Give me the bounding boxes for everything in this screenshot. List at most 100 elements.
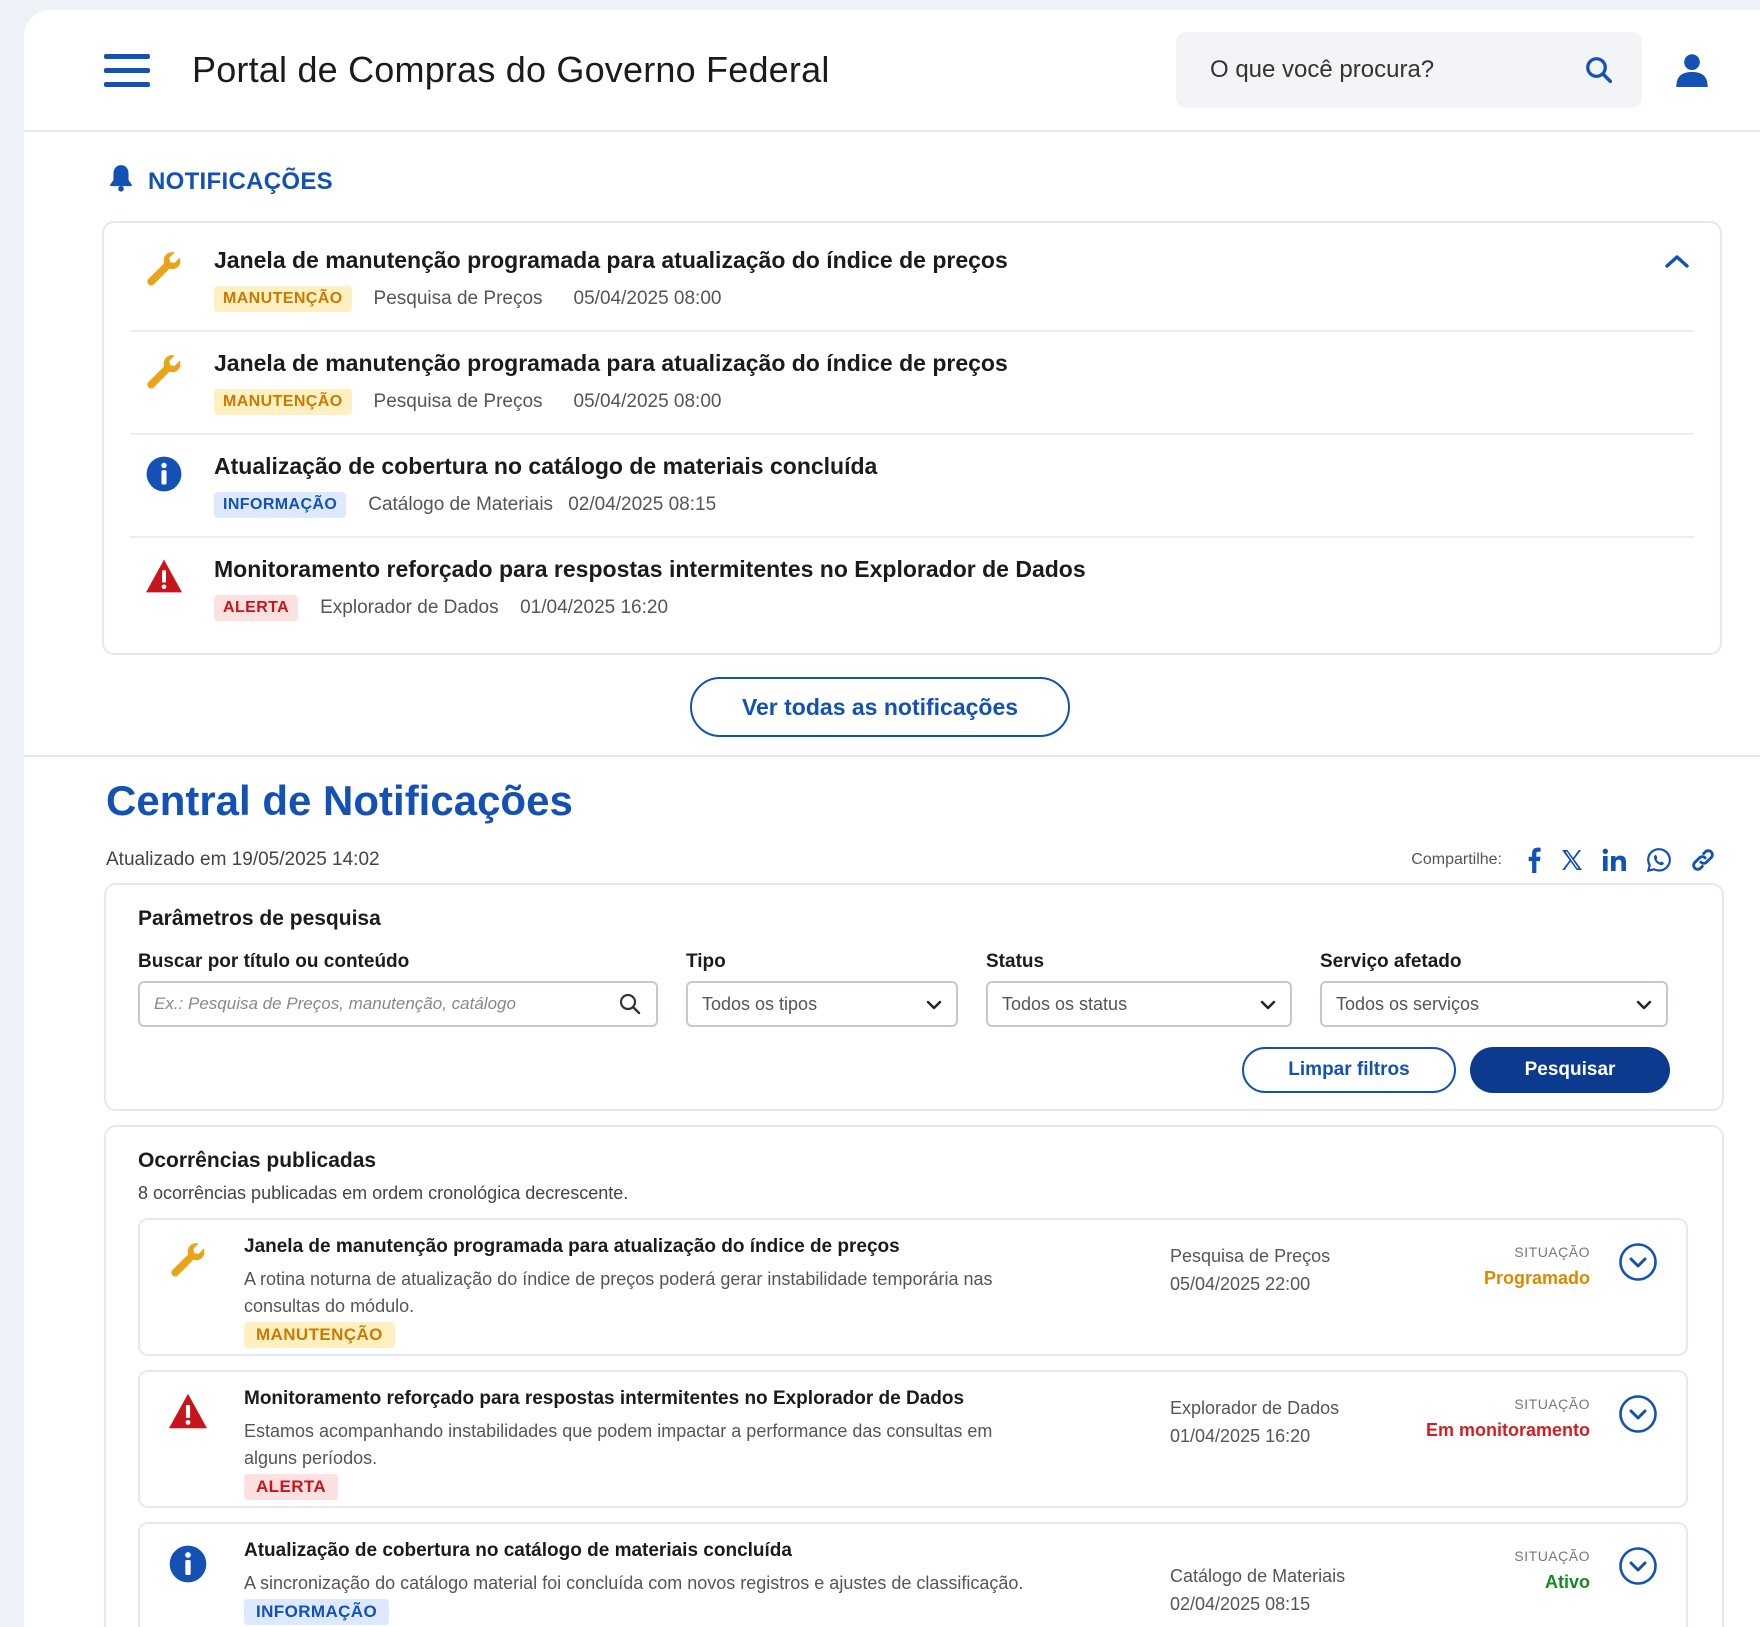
link-icon[interactable] bbox=[1690, 847, 1716, 873]
wrench-icon bbox=[136, 350, 192, 392]
occurrence-item[interactable]: Atualização de cobertura no catálogo de … bbox=[138, 1522, 1688, 1627]
whatsapp-icon[interactable] bbox=[1646, 847, 1672, 873]
app-title: Portal de Compras do Governo Federal bbox=[192, 49, 830, 90]
occurrence-datetime: 02/04/2025 08:15 bbox=[1170, 1594, 1311, 1614]
type-badge: MANUTENÇÃO bbox=[214, 389, 352, 415]
situation-value: Ativo bbox=[1545, 1572, 1590, 1592]
search-parameters: Parâmetros de pesquisa Buscar por título… bbox=[104, 883, 1724, 1111]
status-select[interactable]: Todos os status bbox=[986, 981, 1292, 1027]
occurrence-description: A rotina noturna de atualização do índic… bbox=[244, 1269, 993, 1316]
type-badge: ALERTA bbox=[244, 1474, 339, 1500]
notification-datetime: 05/04/2025 08:00 bbox=[573, 391, 722, 412]
search-icon[interactable] bbox=[618, 992, 642, 1016]
occurrence-datetime: 01/04/2025 16:20 bbox=[1170, 1426, 1311, 1446]
global-search-input[interactable] bbox=[1210, 56, 1584, 84]
occurrence-service: Catálogo de Materiais bbox=[1170, 1566, 1346, 1586]
top-header: Portal de Compras do Governo Federal bbox=[24, 10, 1760, 132]
notification-title: Atualização de cobertura no catálogo de … bbox=[214, 453, 878, 479]
x-twitter-icon[interactable] bbox=[1560, 848, 1584, 872]
bell-icon bbox=[108, 164, 134, 199]
notification-item[interactable]: Atualização de cobertura no catálogo de … bbox=[130, 435, 1694, 538]
published-occurrences: Ocorrências publicadas 8 ocorrências pub… bbox=[104, 1125, 1724, 1627]
type-filter-label: Tipo bbox=[686, 951, 726, 972]
occurrence-service: Pesquisa de Preços bbox=[1170, 1246, 1331, 1266]
notifications-heading: NOTIFICAÇÕES bbox=[108, 164, 1736, 199]
occurrences-subtitle: 8 ocorrências publicadas em ordem cronol… bbox=[138, 1183, 629, 1203]
situation-value: Programado bbox=[1483, 1268, 1590, 1288]
notification-datetime: 05/04/2025 08:00 bbox=[573, 288, 722, 309]
occurrence-title: Janela de manutenção programada para atu… bbox=[244, 1236, 900, 1257]
service-select[interactable]: Todos os serviços bbox=[1320, 981, 1668, 1027]
search-field bbox=[138, 981, 658, 1027]
occurrence-title: Atualização de cobertura no catálogo de … bbox=[244, 1540, 792, 1561]
notification-service: Catálogo de Materiais bbox=[368, 494, 554, 515]
status-filter-label: Status bbox=[986, 951, 1045, 972]
occurrence-description: Estamos acompanhando instabilidades que … bbox=[244, 1421, 993, 1468]
chevron-down-icon bbox=[1636, 994, 1652, 1015]
notifications-heading-label: NOTIFICAÇÕES bbox=[148, 167, 333, 195]
page: Portal de Compras do Governo Federal NOT… bbox=[24, 10, 1760, 1627]
type-badge: MANUTENÇÃO bbox=[214, 286, 352, 312]
notifications-list: Janela de manutenção programada para atu… bbox=[102, 221, 1722, 655]
situation-value: Em monitoramento bbox=[1425, 1420, 1590, 1440]
clear-filters-button[interactable]: Limpar filtros bbox=[1242, 1047, 1456, 1093]
notification-center: Central de Notificações Atualizado em 19… bbox=[24, 757, 1760, 1627]
occurrence-title: Monitoramento reforçado para respostas i… bbox=[244, 1388, 965, 1409]
chevron-up-icon[interactable] bbox=[1664, 253, 1690, 269]
share-bar: Compartilhe: bbox=[1411, 847, 1736, 873]
title-content-search-input[interactable] bbox=[154, 994, 618, 1014]
notification-item[interactable]: Monitoramento reforçado para respostas i… bbox=[130, 538, 1694, 639]
type-badge: ALERTA bbox=[214, 595, 299, 621]
occurrence-datetime: 05/04/2025 22:00 bbox=[1170, 1274, 1311, 1294]
status-select-value: Todos os status bbox=[1002, 993, 1128, 1014]
user-icon[interactable] bbox=[1676, 53, 1708, 87]
share-label: Compartilhe: bbox=[1411, 851, 1502, 868]
situation-label: SITUAÇÃO bbox=[1514, 1548, 1590, 1564]
global-search bbox=[1176, 32, 1642, 108]
linkedin-icon[interactable] bbox=[1602, 848, 1628, 872]
type-badge: INFORMAÇÃO bbox=[214, 492, 347, 518]
expand-chevron-icon[interactable] bbox=[1618, 1546, 1658, 1586]
service-select-value: Todos os serviços bbox=[1336, 993, 1480, 1014]
notification-title: Monitoramento reforçado para respostas i… bbox=[214, 556, 1086, 582]
notification-service: Pesquisa de Preços bbox=[373, 391, 543, 412]
info-icon bbox=[160, 1540, 216, 1584]
type-badge: INFORMAÇÃO bbox=[244, 1599, 390, 1625]
facebook-icon[interactable] bbox=[1526, 847, 1542, 873]
notification-title: Janela de manutenção programada para atu… bbox=[214, 247, 1008, 273]
type-select[interactable]: Todos os tipos bbox=[686, 981, 958, 1027]
notification-service: Explorador de Dados bbox=[320, 597, 499, 618]
notification-datetime: 02/04/2025 08:15 bbox=[568, 494, 717, 515]
occurrence-item[interactable]: Monitoramento reforçado para respostas i… bbox=[138, 1370, 1688, 1508]
wrench-icon bbox=[136, 247, 192, 289]
type-badge: MANUTENÇÃO bbox=[244, 1322, 395, 1348]
warning-icon bbox=[136, 556, 192, 594]
warning-icon bbox=[160, 1388, 216, 1430]
occurrence-service: Explorador de Dados bbox=[1170, 1398, 1340, 1418]
expand-chevron-icon[interactable] bbox=[1618, 1242, 1658, 1282]
search-button[interactable]: Pesquisar bbox=[1470, 1047, 1670, 1093]
filters-title: Parâmetros de pesquisa bbox=[138, 907, 381, 930]
wrench-icon bbox=[160, 1236, 216, 1280]
occurrence-item[interactable]: Janela de manutenção programada para atu… bbox=[138, 1218, 1688, 1356]
notification-datetime: 01/04/2025 16:20 bbox=[520, 597, 669, 618]
notifications-section: NOTIFICAÇÕES Janela de manutenção progra… bbox=[24, 132, 1760, 737]
type-select-value: Todos os tipos bbox=[702, 993, 818, 1014]
chevron-down-icon bbox=[926, 994, 942, 1015]
notification-item[interactable]: Janela de manutenção programada para atu… bbox=[130, 229, 1694, 332]
expand-chevron-icon[interactable] bbox=[1618, 1394, 1658, 1434]
last-updated: Atualizado em 19/05/2025 14:02 bbox=[106, 849, 380, 870]
service-filter-label: Serviço afetado bbox=[1320, 951, 1462, 972]
chevron-down-icon bbox=[1260, 994, 1276, 1015]
occurrences-title: Ocorrências publicadas bbox=[138, 1149, 377, 1172]
notification-item[interactable]: Janela de manutenção programada para atu… bbox=[130, 332, 1694, 435]
occurrence-description: A sincronização do catálogo material foi… bbox=[244, 1573, 1024, 1593]
situation-label: SITUAÇÃO bbox=[1514, 1244, 1590, 1260]
notification-service: Pesquisa de Preços bbox=[373, 288, 543, 309]
page-title: Central de Notificações bbox=[106, 777, 573, 824]
search-field-label: Buscar por título ou conteúdo bbox=[138, 951, 410, 972]
situation-label: SITUAÇÃO bbox=[1514, 1396, 1590, 1412]
search-icon[interactable] bbox=[1584, 55, 1614, 85]
see-all-notifications-button[interactable]: Ver todas as notificações bbox=[690, 677, 1070, 737]
menu-icon[interactable] bbox=[104, 47, 150, 93]
